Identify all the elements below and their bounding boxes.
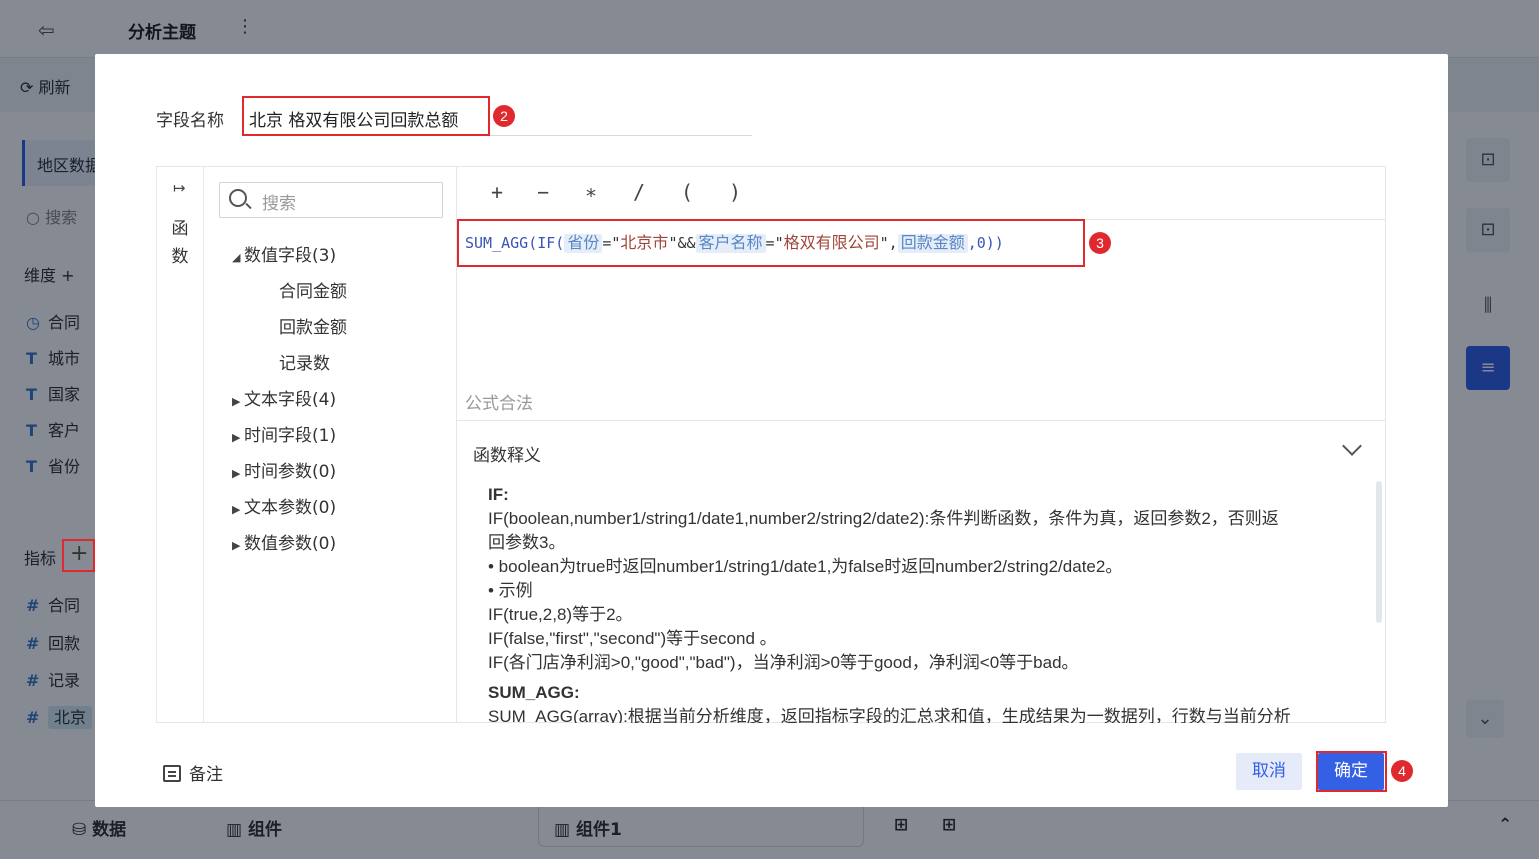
tree-group[interactable]: ▶ 时间字段(1) (232, 421, 336, 446)
caret-right-icon: ▶ (232, 503, 241, 516)
note-label: 备注 (189, 765, 223, 785)
scrollbar[interactable] (1376, 481, 1382, 623)
explain-line: IF(true,2,8)等于2。 (488, 605, 633, 624)
explanation-title: 函数释义 (473, 446, 541, 466)
close-paren-operator[interactable]: ) (729, 180, 741, 204)
step-badge-3: 3 (1089, 232, 1111, 254)
explain-line: • 示例 (488, 581, 533, 600)
minus-operator[interactable]: − (537, 180, 549, 204)
tree-group[interactable]: ◢ 数值字段(3) (232, 241, 336, 266)
caret-right-icon: ▶ (232, 539, 241, 552)
caret-right-icon: ▶ (232, 395, 241, 408)
function-label: 函数 (171, 219, 189, 267)
caret-right-icon: ▶ (232, 467, 241, 480)
operator-toolbar: + − ∗ / ( ) (457, 167, 1385, 220)
tree-group-label-2: 时间字段(1) (244, 426, 337, 446)
explain-line: IF(boolean,number1/string1/date1,number2… (488, 509, 1279, 528)
multiply-operator[interactable]: ∗ (585, 180, 597, 204)
caret-right-icon: ▶ (232, 431, 241, 444)
field-name-label: 字段名称 (156, 111, 224, 131)
search-icon (229, 189, 247, 207)
caret-down-icon: ◢ (232, 251, 241, 264)
tree-leaf[interactable]: 合同金额 (279, 277, 347, 302)
explain-line: SUM_AGG(array):根据当前分析维度，返回指标字段的汇总求和值，生成结… (488, 707, 1291, 723)
chevron-down-icon[interactable] (1342, 436, 1362, 456)
tree-group[interactable]: ▶ 数值参数(0) (232, 529, 336, 554)
explain-line: IF: (488, 485, 509, 504)
formula-valid-status: 公式合法 (465, 394, 533, 414)
function-panel-toggle[interactable]: ↦ 函数 (157, 167, 204, 722)
divide-operator[interactable]: / (633, 180, 645, 204)
tree-search-input[interactable]: 搜索 (219, 182, 443, 218)
tree-search-placeholder: 搜索 (262, 194, 296, 214)
tree-group-label-3: 时间参数(0) (244, 462, 337, 482)
note-icon (163, 765, 181, 782)
confirm-highlight (1316, 751, 1387, 792)
explain-line: IF(false,"first","second")等于second 。 (488, 629, 777, 648)
formula-highlight (457, 219, 1085, 267)
field-name-highlight (242, 96, 490, 136)
tree-leaf[interactable]: 回款金额 (279, 313, 347, 338)
note-button[interactable]: 备注 (163, 760, 223, 785)
tree-group[interactable]: ▶ 文本参数(0) (232, 493, 336, 518)
tree-group-label-1: 文本字段(4) (244, 390, 337, 410)
explain-line: IF(各门店净利润>0,"good","bad")，当净利润>0等于good，净… (488, 653, 1079, 672)
explain-line: 回参数3。 (488, 533, 566, 552)
tree-group-label-0: 数值字段(3) (244, 246, 337, 266)
plus-operator[interactable]: + (491, 180, 503, 204)
calc-field-dialog: 字段名称 北京 格双有限公司回款总额 2 ↦ 函数 搜索 ◢ 数值字段(3) 合同… (95, 54, 1448, 807)
open-paren-operator[interactable]: ( (681, 180, 693, 204)
tree-group-label-5: 数值参数(0) (244, 534, 337, 554)
explain-line: SUM_AGG: (488, 683, 580, 702)
field-tree: 搜索 ◢ 数值字段(3) 合同金额 回款金额 记录数 ▶ 文本字段(4) ▶ 时间字段… (204, 167, 457, 722)
explain-line: • boolean为true时返回number1/string1/date1,为… (488, 557, 1123, 576)
cancel-button[interactable]: 取消 (1236, 753, 1302, 790)
add-measure-icon[interactable]: + (70, 541, 88, 566)
step-badge-2: 2 (493, 105, 515, 127)
step-badge-4: 4 (1391, 760, 1413, 782)
tree-group[interactable]: ▶ 文本字段(4) (232, 385, 336, 410)
function-explanation: 函数释义 IF: IF(boolean,number1/string1/date… (457, 420, 1385, 723)
tree-group[interactable]: ▶ 时间参数(0) (232, 457, 336, 482)
tree-leaf[interactable]: 记录数 (279, 349, 330, 374)
explanation-body: IF: IF(boolean,number1/string1/date1,num… (488, 483, 1338, 723)
expand-icon[interactable]: ↦ (173, 179, 186, 197)
tree-group-label-4: 文本参数(0) (244, 498, 337, 518)
